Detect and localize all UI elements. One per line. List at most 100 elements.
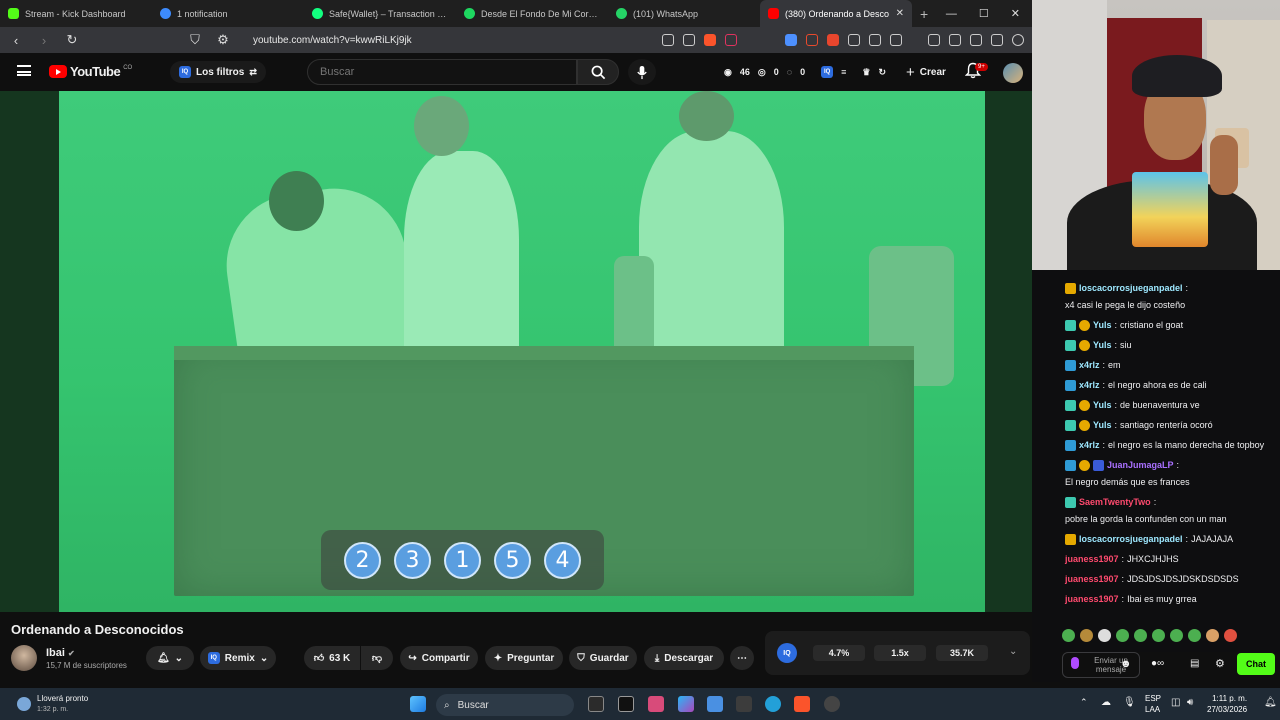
- close-window-icon[interactable]: ✕: [1011, 7, 1020, 20]
- capture-icon[interactable]: [890, 34, 902, 46]
- lock-icon[interactable]: [848, 34, 860, 46]
- wifi-icon[interactable]: ◫: [1171, 697, 1180, 708]
- ask-button[interactable]: ✦ Preguntar: [485, 646, 563, 670]
- browser-tab[interactable]: Safe{Wallet} – Transaction queue: [304, 0, 456, 27]
- filters-button[interactable]: IQ Los filtros ⇄: [170, 61, 266, 83]
- rewards-icon[interactable]: [725, 34, 737, 46]
- video-player[interactable]: 2 3 1 5 4: [0, 91, 1032, 612]
- mic-tray-icon[interactable]: 🎙︎: [1123, 697, 1136, 708]
- metamask-icon[interactable]: [827, 34, 839, 46]
- maximize-icon[interactable]: ☐: [979, 7, 989, 20]
- voice-search-button[interactable]: [628, 59, 656, 85]
- music-icon[interactable]: [928, 34, 940, 46]
- trophy-icon[interactable]: ♛: [862, 67, 870, 78]
- obs-icon[interactable]: [824, 696, 840, 712]
- emote-icon[interactable]: [1188, 629, 1201, 642]
- extension-icon[interactable]: [806, 34, 818, 46]
- screen-icon[interactable]: [662, 34, 674, 46]
- chat-message: x4rlz: em: [1060, 355, 1280, 375]
- channel-avatar[interactable]: [11, 645, 37, 671]
- notification-center-icon[interactable]: 🔔︎: [1264, 697, 1277, 708]
- site-settings-icon[interactable]: ⚙: [215, 32, 231, 48]
- forward-icon[interactable]: ›: [36, 33, 52, 48]
- share-icon[interactable]: [683, 34, 695, 46]
- list-icon[interactable]: ≡: [841, 67, 846, 77]
- youtube-logo[interactable]: YouTube CO: [49, 64, 132, 79]
- file-explorer-icon[interactable]: [588, 696, 604, 712]
- channel-name[interactable]: Ibai ✔: [46, 647, 75, 659]
- translate-icon[interactable]: [785, 34, 797, 46]
- volume-icon[interactable]: 🔊︎: [1187, 697, 1193, 708]
- like-button[interactable]: 👍︎ 63 K: [304, 646, 360, 670]
- brave-icon[interactable]: [794, 696, 810, 712]
- crown-badge-icon: [1065, 533, 1076, 545]
- download-button[interactable]: ⤓ Descargar: [644, 646, 724, 670]
- emote-icon[interactable]: [1080, 629, 1093, 642]
- store-icon[interactable]: [707, 696, 723, 712]
- emote-icon[interactable]: [1206, 629, 1219, 642]
- refresh-icon[interactable]: ↻: [878, 67, 886, 78]
- reload-icon[interactable]: ↻: [64, 32, 80, 48]
- send-chat-button[interactable]: Chat: [1237, 653, 1275, 675]
- extension-stats: ◉ 46 ◎ 0 ◌ 0 IQ ≡ ♛ ↻: [724, 66, 887, 78]
- edge-icon[interactable]: [765, 696, 781, 712]
- browser-tab-active[interactable]: (380) Ordenando a Desco ✕: [760, 0, 912, 27]
- create-button[interactable]: + Crear: [900, 61, 952, 83]
- emoji-icon[interactable]: ☻: [1120, 658, 1132, 670]
- emote-icon[interactable]: [1134, 629, 1147, 642]
- dislike-button[interactable]: 👎︎: [361, 646, 393, 670]
- url-field[interactable]: youtube.com/watch?v=kwwRiLKj9jk: [253, 35, 412, 46]
- share-button[interactable]: ↪ Compartir: [400, 646, 478, 670]
- browser-tab[interactable]: Desde El Fondo De Mi Corazó: [456, 0, 608, 27]
- iq-icon[interactable]: IQ: [777, 643, 797, 663]
- eye-icon: ◎: [757, 66, 766, 77]
- hamburger-menu-icon[interactable]: [17, 65, 31, 76]
- chat-message: Yuls: cristiano el goat: [1060, 315, 1280, 335]
- emote-icon[interactable]: [1116, 629, 1129, 642]
- minimize-icon[interactable]: —: [946, 8, 957, 20]
- search-input[interactable]: [307, 59, 577, 85]
- save-button[interactable]: ⛉ Guardar: [569, 646, 637, 670]
- command-icon[interactable]: ●∞: [1151, 658, 1164, 669]
- taskbar-search[interactable]: ⌕ Buscar: [436, 694, 574, 716]
- emote-icon[interactable]: [1062, 629, 1075, 642]
- plus-icon[interactable]: +: [920, 6, 928, 22]
- browser-tab[interactable]: (101) WhatsApp: [608, 0, 760, 27]
- weather-widget[interactable]: Lloverá pronto 1:32 p. m.: [17, 693, 88, 715]
- close-tab-icon[interactable]: ✕: [896, 8, 904, 19]
- thumbs-up-icon: 👍︎: [313, 653, 325, 664]
- snipping-tool-icon[interactable]: [648, 696, 664, 712]
- shield-icon[interactable]: [704, 34, 716, 46]
- gift-badge-icon: [1079, 339, 1090, 351]
- windows-start-icon[interactable]: [410, 696, 426, 712]
- account-avatar[interactable]: [1003, 63, 1023, 83]
- store-icon[interactable]: ▤: [1190, 658, 1199, 669]
- system-clock[interactable]: 1:11 p. m. 27/03/2026: [1207, 693, 1247, 715]
- bookmark-icon[interactable]: ⛉: [187, 32, 203, 48]
- browser-tab[interactable]: Stream - Kick Dashboard: [0, 0, 152, 27]
- chevron-down-icon[interactable]: ⌄: [1009, 646, 1017, 657]
- puzzle-icon[interactable]: [869, 34, 881, 46]
- vpn-icon[interactable]: [1012, 34, 1024, 46]
- subscribe-bell-button[interactable]: 🔔︎ ⌄: [146, 646, 194, 670]
- emote-icon[interactable]: [1098, 629, 1111, 642]
- remix-button[interactable]: IQ Remix ⌄: [200, 646, 276, 670]
- emote-icon[interactable]: [1152, 629, 1165, 642]
- copilot-icon[interactable]: [678, 696, 694, 712]
- search-button[interactable]: [577, 59, 619, 85]
- terminal-icon[interactable]: [618, 696, 634, 712]
- star-icon[interactable]: [991, 34, 1003, 46]
- browser-tab[interactable]: 1 notification: [152, 0, 304, 27]
- iq-icon[interactable]: IQ: [821, 66, 834, 78]
- onedrive-icon[interactable]: ☁: [1101, 697, 1111, 708]
- emote-icon[interactable]: [1224, 629, 1237, 642]
- wallet-icon[interactable]: [970, 34, 982, 46]
- chevron-up-icon[interactable]: ⌃: [1080, 697, 1088, 708]
- sidebar-icon[interactable]: [949, 34, 961, 46]
- language-indicator[interactable]: ESP LAA: [1145, 693, 1161, 715]
- settings-gear-icon[interactable]: ⚙: [1215, 657, 1225, 670]
- vscode-icon[interactable]: [736, 696, 752, 712]
- back-icon[interactable]: ‹: [8, 33, 24, 48]
- emote-icon[interactable]: [1170, 629, 1183, 642]
- more-button[interactable]: ⋯: [730, 646, 754, 670]
